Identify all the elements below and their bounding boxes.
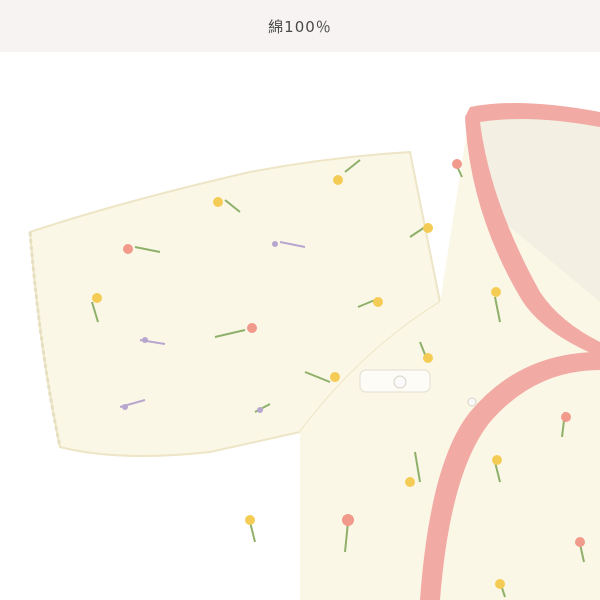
product-photo [0,52,600,600]
snap-button [393,375,407,389]
snap-button-small [467,397,477,407]
material-label: 綿100％ [268,17,332,36]
garment-illustration [28,103,600,600]
header-bar: 綿100％ [0,0,600,52]
